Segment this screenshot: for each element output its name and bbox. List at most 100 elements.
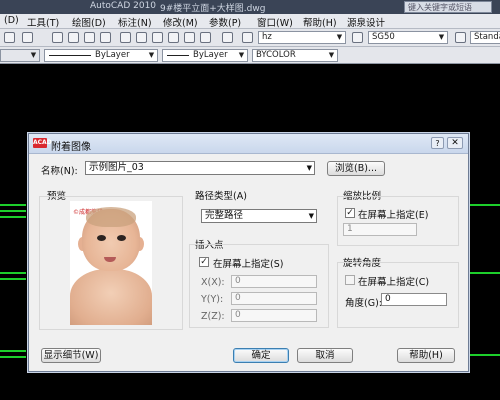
scale-group [337, 196, 459, 246]
rotation-onscreen-checkbox[interactable] [345, 275, 355, 285]
table-style-value: Standa [474, 32, 500, 42]
scale-onscreen-checkbox[interactable]: ✓ [345, 208, 355, 218]
angle-label: 角度(G): [345, 298, 382, 309]
drawing-line [0, 356, 26, 358]
dim-style-value: SG50 [372, 32, 395, 42]
redo-icon[interactable] [22, 32, 33, 43]
dialog-title: 附着图像 [51, 142, 91, 153]
y-label: Y(Y): [201, 294, 224, 305]
zoom-window-icon[interactable] [84, 32, 95, 43]
properties-toolbar: ▼ ByLayer ▼ ByLayer ▼ BYCOLOR ▼ [0, 47, 500, 64]
zoom-previous-icon[interactable] [100, 32, 111, 43]
path-type-value: 完整路径 [205, 210, 244, 221]
cancel-button[interactable]: 取消 [297, 348, 353, 363]
search-input[interactable]: 键入关键字或短语 [404, 1, 492, 13]
quickcalc-icon[interactable] [200, 32, 211, 43]
color-control-select[interactable]: ▼ [0, 49, 40, 62]
x-field[interactable]: 0 [231, 275, 317, 288]
z-field[interactable]: 0 [231, 309, 317, 322]
dim-style-icon[interactable] [352, 32, 363, 43]
chevron-down-icon: ▼ [306, 164, 312, 172]
baby-eye-right [117, 235, 126, 241]
angle-field[interactable]: 0 [381, 293, 447, 306]
path-type-label: 路径类型(A) [195, 191, 247, 202]
linetype-value: ByLayer [95, 50, 130, 60]
menu-item-window[interactable]: 窗口(W) [257, 15, 293, 29]
attach-image-dialog: ACAD 附着图像 ? ✕ 名称(N): 示例图片_03 ▼ 浏览(B)... … [28, 133, 469, 372]
linetype-select[interactable]: ByLayer ▼ [44, 49, 158, 62]
menu-item-yuanquan[interactable]: 源泉设计 [347, 15, 385, 29]
lineweight-select[interactable]: ByLayer ▼ [162, 49, 248, 62]
chevron-down-icon: ▼ [30, 51, 37, 59]
help-icon[interactable] [222, 32, 233, 43]
chevron-down-icon: ▼ [438, 33, 445, 41]
drawing-line [0, 278, 26, 280]
baby-eye-left [97, 235, 106, 241]
menu-item-d[interactable]: (D) [4, 15, 19, 26]
drawing-line [470, 272, 500, 274]
preview-image: ©成都熊猫 [70, 201, 152, 325]
menu-bar: (D) 工具(T) 绘图(D) 标注(N) 修改(M) 参数(P) 窗口(W) … [0, 14, 500, 29]
name-select[interactable]: 示例图片_03 ▼ [85, 161, 315, 175]
pan-icon[interactable] [52, 32, 63, 43]
menu-item-dimension[interactable]: 标注(N) [118, 15, 152, 29]
drawing-line [470, 354, 500, 356]
drawing-line [470, 204, 500, 206]
line-sample [49, 55, 91, 56]
drawing-filename: 9#楼平立面+大样图.dwg [160, 4, 266, 14]
name-label: 名称(N): [41, 166, 78, 177]
menu-item-parametric[interactable]: 参数(P) [209, 15, 241, 29]
browse-button[interactable]: 浏览(B)... [327, 161, 385, 176]
line-sample [167, 55, 189, 56]
menu-item-help[interactable]: 帮助(H) [303, 15, 337, 29]
plotstyle-value: BYCOLOR [256, 50, 296, 60]
chevron-down-icon: ▼ [328, 51, 335, 59]
help-button[interactable]: 帮助(H) [397, 348, 455, 363]
markup-icon[interactable] [184, 32, 195, 43]
path-type-select[interactable]: 完整路径 ▼ [201, 209, 317, 223]
x-label: X(X): [201, 277, 225, 288]
menu-item-draw[interactable]: 绘图(D) [72, 15, 106, 29]
drawing-line [0, 350, 26, 352]
details-button[interactable]: 显示细节(W) [41, 348, 101, 363]
chevron-down-icon: ▼ [148, 51, 155, 59]
design-center-icon[interactable] [136, 32, 147, 43]
text-style-select[interactable]: hz ▼ [258, 31, 346, 44]
scale-onscreen-label: 在屏幕上指定(E) [358, 210, 429, 221]
baby-hair [86, 207, 136, 227]
z-label: Z(Z): [201, 311, 225, 322]
properties-icon[interactable] [120, 32, 131, 43]
scale-field[interactable]: 1 [343, 223, 417, 236]
ok-button[interactable]: 确定 [233, 348, 289, 363]
standard-toolbar: hz ▼ SG50 ▼ Standa [0, 29, 500, 47]
name-value: 示例图片_03 [89, 162, 144, 173]
table-style-icon[interactable] [455, 32, 466, 43]
insert-onscreen-checkbox[interactable]: ✓ [199, 257, 209, 267]
app-title: AutoCAD 2010 [90, 1, 157, 11]
chevron-down-icon: ▼ [238, 51, 245, 59]
baby-body [70, 269, 152, 325]
menu-item-tools[interactable]: 工具(T) [27, 15, 59, 29]
dim-style-select[interactable]: SG50 ▼ [368, 31, 448, 44]
insert-onscreen-label: 在屏幕上指定(S) [213, 259, 284, 270]
dialog-title-bar: ACAD 附着图像 ? ✕ [29, 134, 468, 154]
table-style-select[interactable]: Standa [470, 31, 500, 44]
rotation-onscreen-label: 在屏幕上指定(C) [358, 277, 430, 288]
tool-palettes-icon[interactable] [152, 32, 163, 43]
chevron-down-icon: ▼ [308, 212, 314, 220]
title-help-button[interactable]: ? [431, 137, 444, 149]
text-style-icon[interactable] [242, 32, 253, 43]
chevron-down-icon: ▼ [336, 33, 343, 41]
drawing-line [0, 210, 26, 212]
drawing-line [0, 272, 26, 274]
y-field[interactable]: 0 [231, 292, 317, 305]
lineweight-value: ByLayer [193, 50, 228, 60]
autocad-logo-icon: ACAD [33, 138, 52, 148]
close-button[interactable]: ✕ [447, 137, 463, 149]
zoom-realtime-icon[interactable] [68, 32, 79, 43]
drawing-line [0, 216, 26, 218]
menu-item-modify[interactable]: 修改(M) [163, 15, 198, 29]
plotstyle-select[interactable]: BYCOLOR ▼ [252, 49, 338, 62]
undo-icon[interactable] [4, 32, 15, 43]
sheet-set-icon[interactable] [168, 32, 179, 43]
